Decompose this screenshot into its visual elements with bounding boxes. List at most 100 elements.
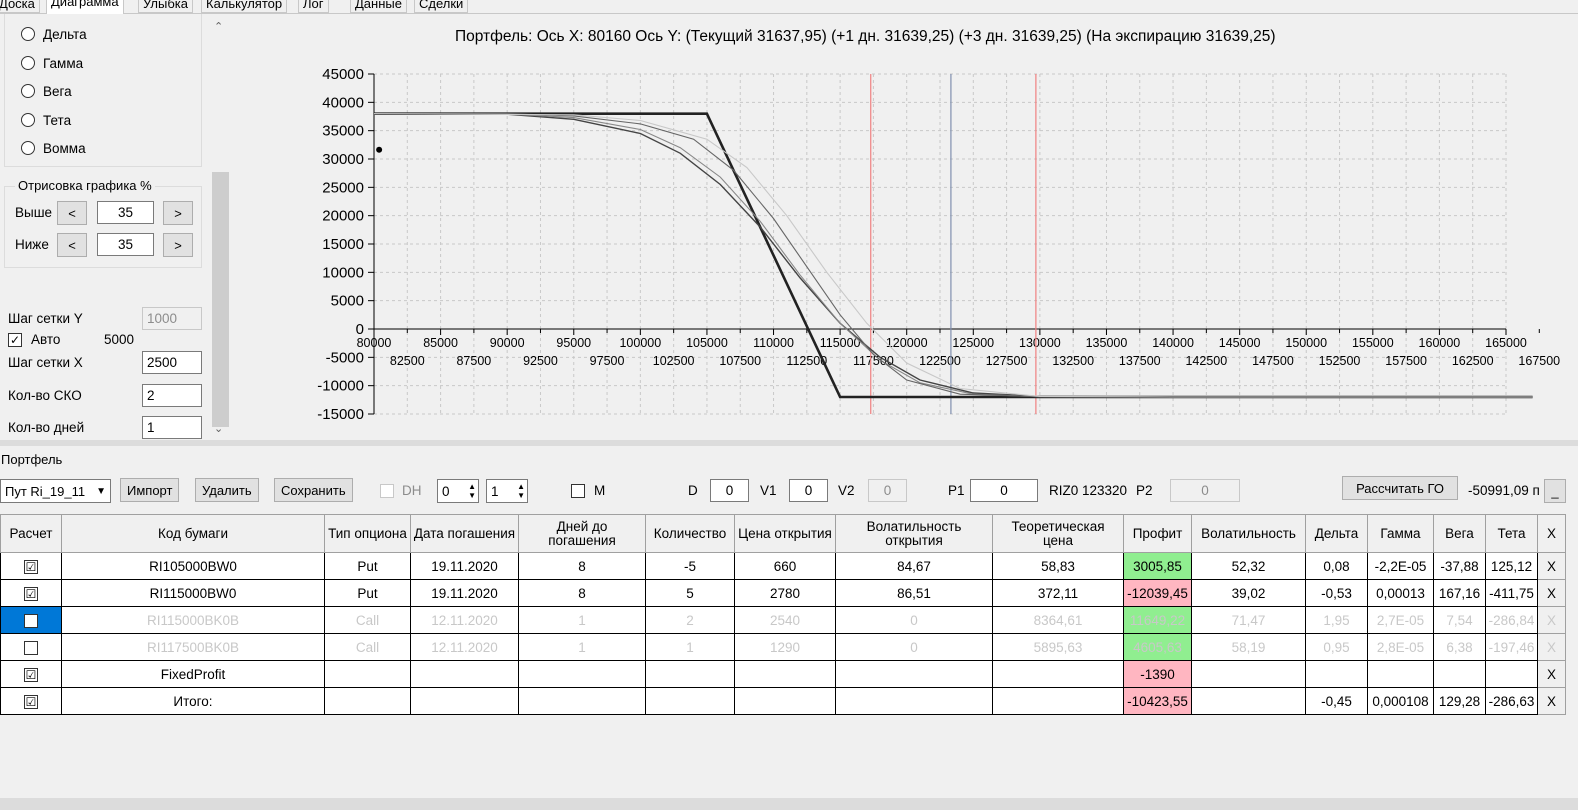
spin-1[interactable]: 0 ▲ ▼ <box>437 479 479 503</box>
below-field[interactable]: 35 <box>97 233 154 256</box>
save-button[interactable]: Сохранить <box>274 478 353 502</box>
radio-delta[interactable]: Дельта <box>21 24 87 44</box>
table-row[interactable]: RI117500BK0B Call 12.11.2020 1 1 1290 0 5895,63… <box>0 633 1566 661</box>
bottom-scrollbar[interactable] <box>0 798 1578 810</box>
radio-icon[interactable] <box>21 141 35 155</box>
m-checkbox[interactable] <box>571 484 585 498</box>
col-header-type[interactable]: Тип опциона <box>324 514 411 553</box>
below-decrease-button[interactable]: < <box>57 233 87 257</box>
spin-arrows-icon[interactable]: ▲ ▼ <box>468 482 476 500</box>
cell-calc[interactable] <box>0 633 62 661</box>
splitter[interactable] <box>0 440 1578 446</box>
above-increase-button[interactable]: > <box>163 201 193 225</box>
x-tick-label: 80000 <box>357 336 392 350</box>
col-header-open-vol[interactable]: Волатильность открытия <box>835 514 993 553</box>
cell-calc[interactable]: ☑ <box>0 579 62 607</box>
grid-y-field[interactable]: 1000 <box>142 307 202 330</box>
calc-checkbox[interactable] <box>24 640 38 655</box>
col-header-code[interactable]: Код бумаги <box>61 514 325 553</box>
cell-qty: 5 <box>645 579 735 607</box>
cell-calc[interactable]: ☑ <box>0 552 62 580</box>
calc-checkbox[interactable]: ☑ <box>24 694 38 709</box>
radio-icon[interactable] <box>21 113 35 127</box>
radio-vomma[interactable]: Вомма <box>21 138 86 158</box>
above-decrease-button[interactable]: < <box>57 201 87 225</box>
import-button[interactable]: Импорт <box>120 478 180 502</box>
col-header-theo[interactable]: Теоретическая цена <box>992 514 1124 553</box>
calc-checkbox[interactable]: ☑ <box>24 667 38 682</box>
col-header-x[interactable]: X <box>1537 514 1566 553</box>
radio-icon[interactable] <box>21 84 35 98</box>
chevron-down-icon[interactable]: ▼ <box>96 486 106 497</box>
calc-checkbox[interactable]: ☑ <box>24 586 38 601</box>
calc-checkbox[interactable] <box>24 613 38 628</box>
col-header-vol[interactable]: Волатильность <box>1191 514 1306 553</box>
more-button[interactable]: _ <box>1544 479 1566 503</box>
spin-2[interactable]: 1 ▲ ▼ <box>486 479 528 503</box>
cell-vol: 71,47 <box>1191 606 1306 634</box>
remove-row-button[interactable]: X <box>1537 606 1566 634</box>
dh-checkbox[interactable] <box>380 484 394 498</box>
col-header-profit[interactable]: Профит <box>1123 514 1192 553</box>
v1-field[interactable]: 0 <box>789 479 828 502</box>
cell-calc[interactable]: ☑ <box>0 660 62 688</box>
table-row[interactable]: ☑ RI105000BW0 Put 19.11.2020 8 -5 660 84,67 58,8… <box>0 552 1566 580</box>
scroll-thumb[interactable] <box>212 172 229 427</box>
radio-icon[interactable] <box>21 27 35 41</box>
radio-theta[interactable]: Тета <box>21 110 71 130</box>
remove-row-button[interactable]: X <box>1537 687 1566 715</box>
below-increase-button[interactable]: > <box>163 233 193 257</box>
col-header-date[interactable]: Дата погашения <box>410 514 519 553</box>
remove-row-button[interactable]: X <box>1537 633 1566 661</box>
portfolio-select[interactable]: Пут Ri_19_11 ▼ <box>0 479 111 503</box>
tab-board[interactable]: Доска <box>0 0 40 13</box>
cell-calc[interactable]: ☑ <box>0 687 62 715</box>
chart-panel: Портфель: Ось X: 80160 Ось Y: (Текущий 3… <box>230 14 1578 440</box>
table-row[interactable]: ☑ RI115000BW0 Put 19.11.2020 8 5 2780 86,51 372,… <box>0 579 1566 607</box>
tab-deals[interactable]: Сделки <box>414 0 469 13</box>
table-row[interactable]: RI115000BK0B Call 12.11.2020 1 2 2540 0 8364,61… <box>0 606 1566 634</box>
remove-row-button[interactable]: X <box>1537 579 1566 607</box>
tab-calculator[interactable]: Калькулятор <box>201 0 288 13</box>
radio-vega[interactable]: Вега <box>21 81 72 101</box>
settings-scrollbar[interactable]: ⌃ ⌄ <box>210 14 229 440</box>
col-header-open-price[interactable]: Цена открытия <box>734 514 836 553</box>
above-field[interactable]: 35 <box>97 201 154 224</box>
d-label: D <box>688 483 698 498</box>
col-header-delta[interactable]: Дельта <box>1305 514 1368 553</box>
scroll-down-icon[interactable]: ⌄ <box>214 422 223 435</box>
p2-field[interactable]: 0 <box>1170 479 1240 502</box>
remove-row-button[interactable]: X <box>1537 552 1566 580</box>
radio-icon[interactable] <box>21 56 35 70</box>
auto-checkbox[interactable]: ✓ <box>8 333 22 347</box>
tab-smile[interactable]: Улыбка <box>138 0 193 13</box>
tab-log[interactable]: Лог <box>298 0 329 13</box>
col-header-gamma[interactable]: Гамма <box>1367 514 1434 553</box>
calc-checkbox[interactable]: ☑ <box>24 559 38 574</box>
tab-diagram[interactable]: Диаграмма <box>46 0 124 14</box>
table-row[interactable]: ☑ Итого: -10423,55 -0,45 0,000108 129,28 -286,… <box>0 687 1566 715</box>
x-tick-label: 102500 <box>653 354 695 368</box>
payoff-chart[interactable]: 45000 40000 35000 30000 25000 20000 15000 10000… <box>230 14 1578 440</box>
scroll-up-icon[interactable]: ⌃ <box>214 20 223 33</box>
portfolio-section-label: Портфель <box>1 452 63 467</box>
col-header-days[interactable]: Дней до погашения <box>518 514 646 553</box>
col-header-calc[interactable]: Расчет <box>0 514 62 553</box>
spin-arrows-icon[interactable]: ▲ ▼ <box>517 482 525 500</box>
col-header-theta[interactable]: Тета <box>1485 514 1538 553</box>
cell-calc[interactable] <box>0 606 62 634</box>
delete-button[interactable]: Удалить <box>195 478 259 502</box>
col-header-qty[interactable]: Количество <box>645 514 735 553</box>
table-row[interactable]: ☑ FixedProfit -1390 X <box>0 660 1566 688</box>
days-field[interactable]: 1 <box>142 416 202 439</box>
tab-data[interactable]: Данные <box>350 0 407 13</box>
v2-field[interactable]: 0 <box>868 479 907 502</box>
sko-field[interactable]: 2 <box>142 384 202 407</box>
radio-gamma[interactable]: Гамма <box>21 53 83 73</box>
calc-go-button[interactable]: Рассчитать ГО <box>1342 476 1458 500</box>
col-header-vega[interactable]: Вега <box>1433 514 1486 553</box>
p1-field[interactable]: 0 <box>970 479 1038 502</box>
remove-row-button[interactable]: X <box>1537 660 1566 688</box>
d-field[interactable]: 0 <box>710 479 749 502</box>
grid-x-field[interactable]: 2500 <box>142 351 202 374</box>
